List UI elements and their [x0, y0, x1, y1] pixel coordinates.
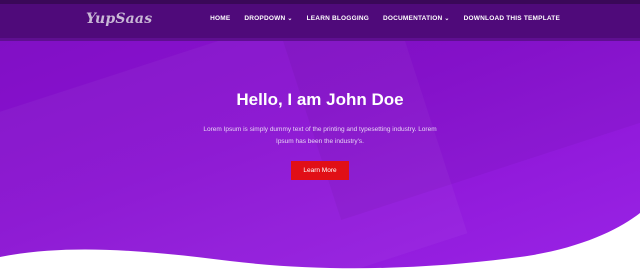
nav-item-download-template[interactable]: DOWNLOAD THIS TEMPLATE [464, 15, 560, 22]
header-bar: YupSaas HOME DROPDOWN ⌄ LEARN BLOGGING D… [0, 0, 640, 41]
nav-item-home[interactable]: HOME [210, 15, 230, 22]
nav-item-learn-blogging[interactable]: LEARN BLOGGING [307, 15, 369, 22]
nav-item-label: DOWNLOAD THIS TEMPLATE [463, 15, 560, 22]
nav-item-label: LEARN BLOGGING [306, 15, 369, 22]
nav-item-documentation[interactable]: DOCUMENTATION ⌄ [383, 15, 450, 22]
nav-item-label: HOME [210, 15, 231, 22]
site-logo[interactable]: YupSaas [86, 11, 152, 27]
chevron-down-icon: ⌄ [287, 15, 293, 22]
main-nav: HOME DROPDOWN ⌄ LEARN BLOGGING DOCUMENTA… [210, 15, 560, 22]
nav-item-label: DROPDOWN [244, 15, 286, 22]
hero-description: Lorem Ipsum is simply dummy text of the … [203, 126, 437, 145]
nav-item-label: DOCUMENTATION [382, 15, 443, 22]
bottom-wave [0, 213, 640, 273]
hero-title: Hello, I am John Doe [236, 90, 404, 109]
top-strip [0, 0, 640, 4]
learn-more-button[interactable]: Learn More [291, 161, 349, 180]
chevron-down-icon: ⌄ [444, 15, 450, 22]
nav-item-dropdown[interactable]: DROPDOWN ⌄ [244, 15, 292, 22]
hero-content: Hello, I am John Doe Lorem Ipsum is simp… [0, 90, 640, 180]
